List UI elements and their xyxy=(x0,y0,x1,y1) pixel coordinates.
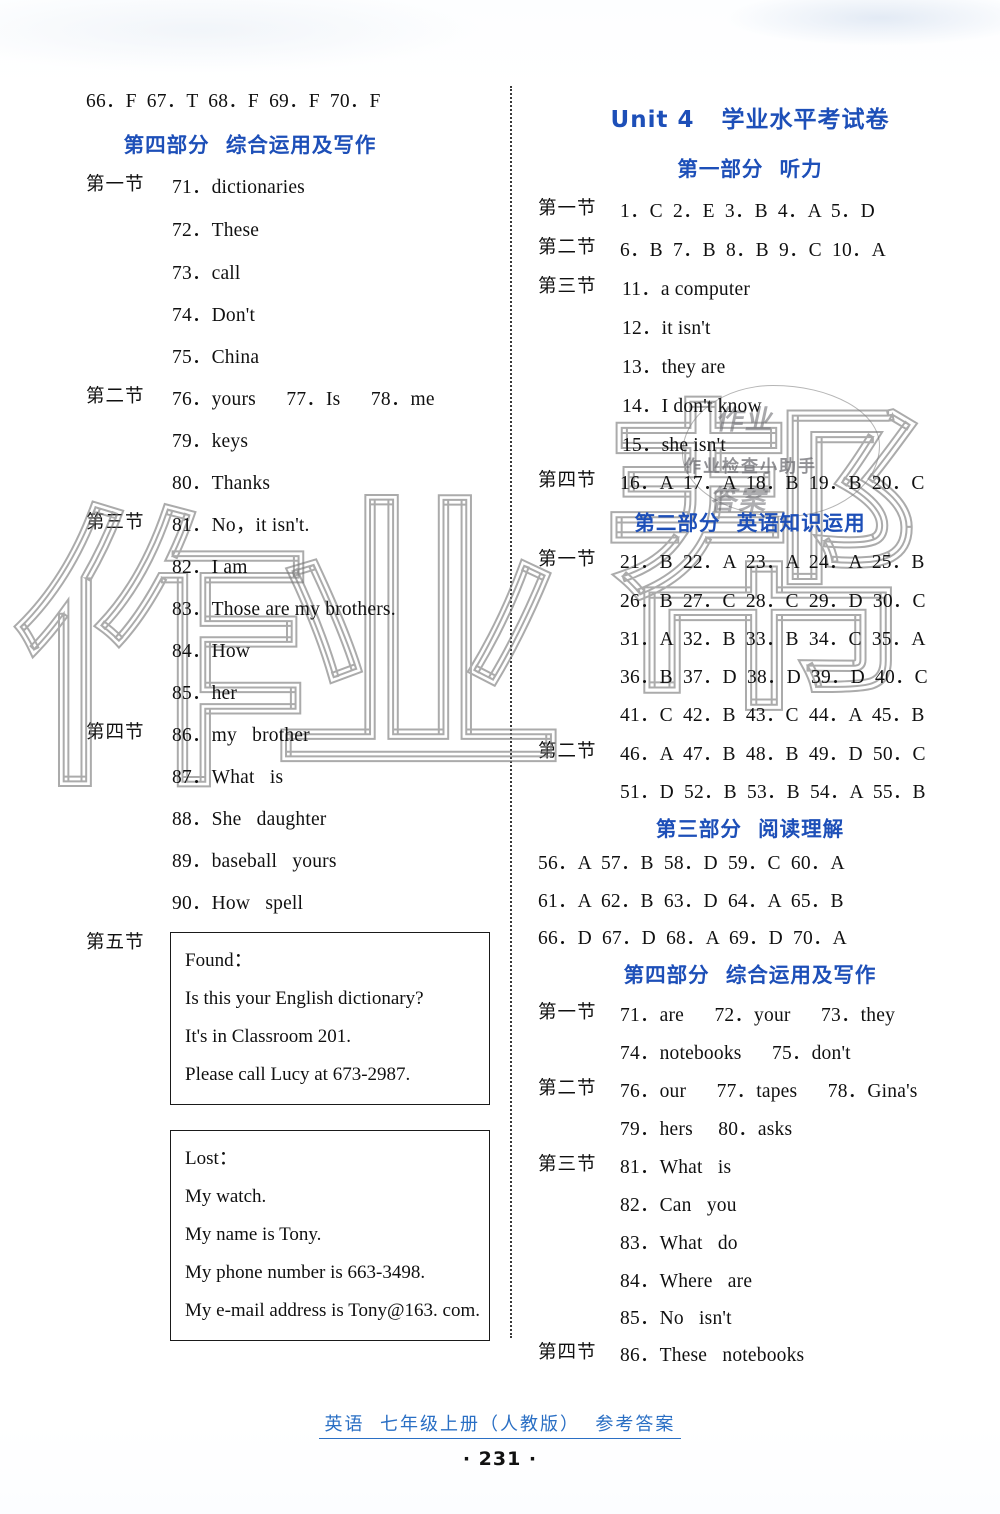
p1-item-15: 15．she isn't xyxy=(622,435,726,456)
p3-row-56-60: 56．A 57．B 58．D 59．C 60．A xyxy=(538,853,845,874)
p4-row-74-75: 74．notebooks 75．don't xyxy=(620,1043,851,1064)
p4-section-3-label: 第三节 xyxy=(538,1154,597,1175)
left-item-87: 87．What is xyxy=(172,767,284,788)
p2-row-41-45: 41．C 42．B 43．C 44．A 45．B xyxy=(620,705,925,726)
p1-section-4-label: 第四节 xyxy=(538,470,597,491)
lost-notice-box: Lost： My watch. My name is Tony. My phon… xyxy=(170,1130,490,1341)
p4-section-2-label: 第二节 xyxy=(538,1078,597,1099)
p4-item-82: 82．Can you xyxy=(620,1195,737,1216)
lost-line-3: My name is Tony. xyxy=(185,1224,322,1245)
right-heading-part4: 第四部分 综合运用及写作 xyxy=(623,963,877,987)
p4-item-83: 83．What do xyxy=(620,1233,738,1254)
left-section-1-label: 第一节 xyxy=(86,174,145,195)
right-heading-part3: 第三部分 阅读理解 xyxy=(655,817,845,841)
right-heading-part1: 第一部分 听力 xyxy=(677,157,823,181)
left-item-84: 84．How xyxy=(172,641,251,662)
watermark-char-2: 业 xyxy=(267,470,569,819)
p1-item-13: 13．they are xyxy=(622,357,726,378)
left-item-80: 80．Thanks xyxy=(172,473,271,494)
left-item-75: 75．China xyxy=(172,347,260,368)
left-item-72: 72．These xyxy=(172,220,260,241)
left-item-83: 83．Those are my brothers. xyxy=(172,599,396,620)
left-item-88: 88．She daughter xyxy=(172,809,327,830)
left-item-76-78: 76．yours 77．Is 78．me xyxy=(172,389,435,410)
left-item-82: 82．I am xyxy=(172,557,248,578)
lost-line-4: My phone number is 663-3498. xyxy=(185,1262,426,1283)
found-line-2: Is this your English dictionary? xyxy=(185,988,424,1009)
p1-section-2-label: 第二节 xyxy=(538,237,597,258)
page-number: · 231 · xyxy=(462,1448,538,1470)
page-footer: 英语 七年级上册（人教版） 参考答案 · 231 · xyxy=(0,1410,1000,1470)
p2-row-21-25: 21．B 22．A 23．A 24．A 25．B xyxy=(620,552,925,573)
p2-row-36-40: 36．B 37．D 38．D 39．D 40．C xyxy=(620,667,928,688)
found-line-1: Found： xyxy=(185,950,253,971)
p2-row-31-35: 31．A 32．B 33．B 34．C 35．A xyxy=(620,629,926,650)
p1-section-2-answers: 6．B 7．B 8．B 9．C 10．A xyxy=(620,240,886,261)
p2-row-26-30: 26．B 27．C 28．C 29．D 30．C xyxy=(620,591,926,612)
p4-section-1-label: 第一节 xyxy=(538,1002,597,1023)
left-item-90: 90．How spell xyxy=(172,893,304,914)
right-heading-part2: 第二部分 英语知识运用 xyxy=(634,511,866,535)
left-top-answers: 66．F 67．T 68．F 69．F 70．F xyxy=(86,91,381,112)
p3-row-61-65: 61．A 62．B 63．D 64．A 65．B xyxy=(538,891,844,912)
p1-item-11: 11．a computer xyxy=(622,279,751,300)
unit-title: Unit 4 学业水平考试卷 xyxy=(610,107,890,133)
left-item-71: 71．dictionaries xyxy=(172,177,305,198)
footer-title: 英语 七年级上册（人教版） 参考答案 xyxy=(318,1410,682,1439)
p1-section-1-label: 第一节 xyxy=(538,198,597,219)
p4-row-79-80: 79．hers 80．asks xyxy=(620,1119,793,1140)
p1-section-1-answers: 1．C 2．E 3．B 4．A 5．D xyxy=(620,201,875,222)
p4-item-85: 85．No isn't xyxy=(620,1308,732,1329)
left-heading-part4: 第四部分 综合运用及写作 xyxy=(123,133,377,157)
column-divider xyxy=(510,86,512,1338)
lost-line-5: My e-mail address is Tony@163. com. xyxy=(185,1300,480,1321)
p4-section-4-label: 第四节 xyxy=(538,1342,597,1363)
answer-key-page: 作 业 帮 作业 作业检查小助手 答案 66．F 67．T 68．F 69．F … xyxy=(0,0,1000,1514)
p3-row-66-70: 66．D 67．D 68．A 69．D 70．A xyxy=(538,928,847,949)
left-item-81: 81．No，it isn't. xyxy=(172,515,310,536)
found-notice-box: Found： Is this your English dictionary? … xyxy=(170,932,490,1105)
left-item-86: 86．my brother xyxy=(172,725,310,746)
left-item-85: 85．her xyxy=(172,683,238,704)
left-item-79: 79．keys xyxy=(172,431,249,452)
p1-section-3-label: 第三节 xyxy=(538,276,597,297)
p4-item-86: 86．These notebooks xyxy=(620,1345,805,1366)
left-section-3-label: 第三节 xyxy=(86,512,145,533)
p2-row-46-50: 46．A 47．B 48．B 49．D 50．C xyxy=(620,744,926,765)
found-line-4: Please call Lucy at 673-2987. xyxy=(185,1064,411,1085)
left-section-5-label: 第五节 xyxy=(86,932,145,953)
lost-line-2: My watch. xyxy=(185,1186,267,1207)
p2-section-1-label: 第一节 xyxy=(538,549,597,570)
lost-line-1: Lost： xyxy=(185,1148,238,1169)
p4-row-71-73: 71．are 72．your 73．they xyxy=(620,1005,896,1026)
left-item-74: 74．Don't xyxy=(172,305,256,326)
p1-item-12: 12．it isn't xyxy=(622,318,711,339)
left-section-4-label: 第四节 xyxy=(86,722,145,743)
p4-item-84: 84．Where are xyxy=(620,1271,753,1292)
p1-section-4-answers: 16．A 17．A 18．B 19．B 20．C xyxy=(620,473,925,494)
p2-row-51-55: 51．D 52．B 53．B 54．A 55．B xyxy=(620,782,926,803)
left-item-89: 89．baseball yours xyxy=(172,851,337,872)
left-item-73: 73．call xyxy=(172,263,241,284)
p4-item-81: 81．What is xyxy=(620,1157,732,1178)
left-section-2-label: 第二节 xyxy=(86,386,145,407)
p4-row-76-78: 76．our 77．tapes 78．Gina's xyxy=(620,1081,918,1102)
found-line-3: It's in Classroom 201. xyxy=(185,1026,351,1047)
p2-section-2-label: 第二节 xyxy=(538,741,597,762)
p1-item-14: 14．I don't know xyxy=(622,396,762,417)
